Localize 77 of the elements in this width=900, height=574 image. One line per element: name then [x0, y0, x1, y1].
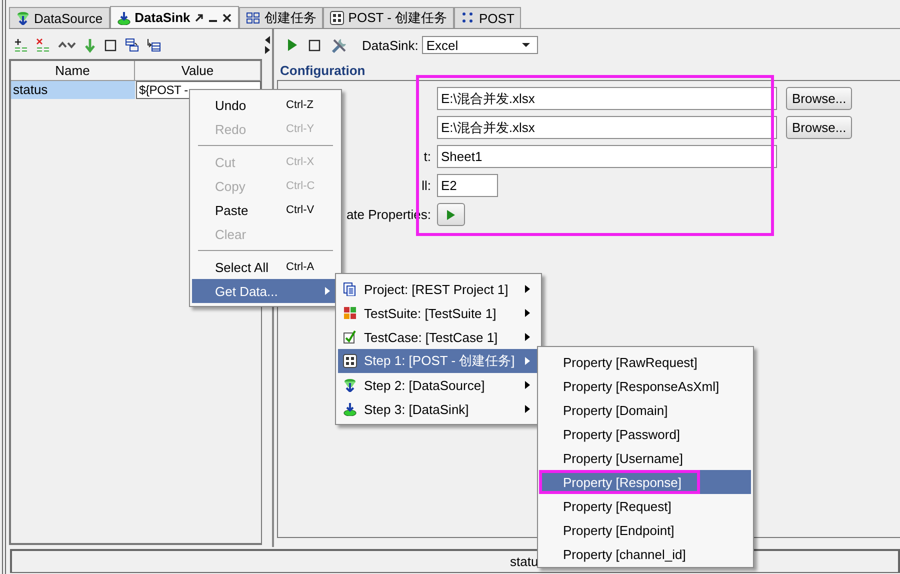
- menu-item[interactable]: Paste Ctrl-V: [192, 198, 339, 222]
- play-icon[interactable]: [286, 38, 298, 52]
- menu-item[interactable]: Property [ResponseAsXml]: [540, 374, 751, 398]
- menu-item[interactable]: Property [Password]: [540, 422, 751, 446]
- add-row-icon[interactable]: [14, 38, 28, 52]
- menu-item[interactable]: Step 3: [DataSink]: [338, 397, 539, 421]
- menu-item[interactable]: Undo Ctrl-Z: [192, 93, 339, 117]
- input-field[interactable]: E:\混合并发.xlsx: [437, 87, 777, 110]
- tab[interactable]: DataSource: [9, 7, 110, 28]
- submenu-arrow-icon: [524, 380, 531, 390]
- remove-row-icon[interactable]: [36, 38, 50, 52]
- shortcut-label: Ctrl-Z: [286, 99, 314, 111]
- submenu-arrow-icon: [524, 284, 531, 294]
- column-header: Name: [11, 61, 135, 81]
- submenu-arrow-icon: [524, 404, 531, 414]
- menu-item[interactable]: Property [Username]: [540, 446, 751, 470]
- menu-item[interactable]: Step 1: [POST - 创建任务]: [338, 349, 539, 373]
- tab[interactable]: POST - 创建任务: [323, 7, 454, 28]
- funnel-arrow-icon: [343, 378, 357, 392]
- shortcut-label: Ctrl-A: [286, 261, 314, 273]
- menu-item[interactable]: Step 2: [DataSource]: [338, 373, 539, 397]
- run-button[interactable]: [437, 203, 465, 226]
- menu-item[interactable]: TestSuite: [TestSuite 1]: [338, 301, 539, 325]
- stop-icon[interactable]: [308, 38, 321, 52]
- squares-icon: [246, 11, 260, 25]
- table-icon[interactable]: [125, 38, 139, 52]
- caret-icon: [521, 42, 532, 48]
- type-dropdown[interactable]: Excel: [422, 36, 538, 54]
- tab[interactable]: DataSink: [110, 6, 240, 28]
- framed-squares-icon: [330, 11, 344, 25]
- funnel-arrow-icon: [16, 11, 30, 25]
- shortcut-label: Ctrl-X: [286, 156, 314, 168]
- undock-icon[interactable]: [194, 12, 204, 24]
- collapse-arrows-icon[interactable]: [262, 35, 272, 55]
- menu-item[interactable]: Property [RawRequest]: [540, 350, 751, 374]
- tab[interactable]: 创建任务: [239, 7, 324, 28]
- column-header: Value: [135, 61, 261, 81]
- menu-item[interactable]: Project: [REST Project 1]: [338, 277, 539, 301]
- tools-icon[interactable]: [331, 36, 348, 54]
- shortcut-label: Ctrl-V: [286, 204, 314, 216]
- field-label: DataSink:: [362, 38, 418, 52]
- dots-icon: [461, 11, 476, 25]
- submenu-arrow-icon: [324, 286, 331, 296]
- menu-item[interactable]: Property [Endpoint]: [540, 518, 751, 542]
- menu-item[interactable]: Property [Domain]: [540, 398, 751, 422]
- documents-icon: [343, 282, 357, 296]
- square-icon[interactable]: [104, 38, 117, 52]
- tab[interactable]: POST: [454, 7, 522, 28]
- input-field[interactable]: Sheet1: [437, 145, 777, 168]
- menu-item[interactable]: Select All Ctrl-A: [192, 255, 339, 279]
- submenu-arrow-icon: [524, 332, 531, 342]
- section-title: Configuration: [279, 62, 366, 80]
- framed-squares-icon: [343, 354, 357, 368]
- shortcut-label: Ctrl-C: [286, 180, 315, 192]
- menu-item[interactable]: Property [Request]: [540, 494, 751, 518]
- shortcut-label: Ctrl-Y: [286, 123, 314, 135]
- table-icon[interactable]: [147, 38, 161, 52]
- submenu-arrow-icon: [524, 356, 531, 366]
- field-label: ll:: [422, 178, 431, 193]
- input-field[interactable]: E:\混合并发.xlsx: [437, 116, 777, 139]
- play-icon: [446, 208, 456, 220]
- disk-arrow-icon: [343, 402, 357, 416]
- status-text: statu: [509, 554, 538, 569]
- menu-item[interactable]: TestCase: [TestCase 1]: [338, 325, 539, 349]
- browse-button[interactable]: Browse...: [786, 87, 852, 110]
- down-arrow-icon[interactable]: [84, 38, 96, 52]
- disk-arrow-icon: [116, 10, 131, 24]
- checkmark-icon: [343, 330, 357, 344]
- field-label: t:: [424, 149, 431, 164]
- menu-item[interactable]: Property [channel_id]: [540, 542, 751, 566]
- menu-item[interactable]: Property [Response]: [540, 470, 751, 494]
- submenu-arrow-icon: [524, 308, 531, 318]
- grid-icon: [343, 306, 357, 320]
- table-cell[interactable]: status: [11, 81, 135, 99]
- close-icon[interactable]: [222, 12, 232, 24]
- browse-button[interactable]: Browse...: [786, 116, 852, 139]
- input-field[interactable]: E2: [437, 174, 498, 197]
